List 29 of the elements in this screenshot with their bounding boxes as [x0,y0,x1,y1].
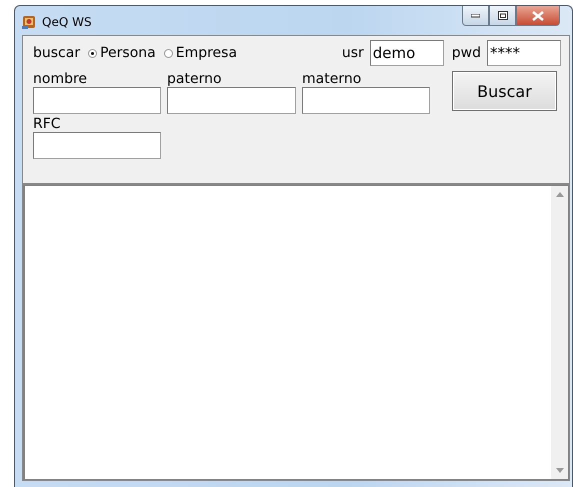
field-label: materno [302,71,362,87]
input-field[interactable]: demo [370,40,444,66]
search-button[interactable]: Buscar [452,71,557,111]
input-field[interactable] [33,87,161,114]
minimize-button[interactable] [462,6,489,26]
maximize-button[interactable] [489,6,516,26]
field-label: RFC [33,116,62,132]
scroll-down-icon[interactable] [556,468,564,473]
radio-button[interactable] [88,48,98,58]
scrollbar[interactable] [551,186,568,479]
close-icon [532,10,544,20]
window-title: QeQ WS [42,15,92,29]
radio-label[interactable]: Persona [100,45,156,61]
close-button[interactable] [516,6,560,26]
app-icon [21,14,37,30]
field-label: usr [342,45,364,61]
input-field[interactable] [302,87,430,114]
radio-button[interactable] [164,48,173,58]
input-field[interactable] [167,87,296,114]
field-label: paterno [167,71,223,87]
radio-label[interactable]: Empresa [176,45,238,61]
field-label: nombre [33,71,88,87]
search-type-label: buscar [33,45,80,61]
scroll-up-icon[interactable] [556,192,564,197]
minimize-icon [471,14,480,18]
input-field[interactable]: **** [487,40,561,66]
maximize-icon [498,11,508,20]
field-label: pwd [452,45,481,61]
input-field[interactable] [33,132,161,159]
